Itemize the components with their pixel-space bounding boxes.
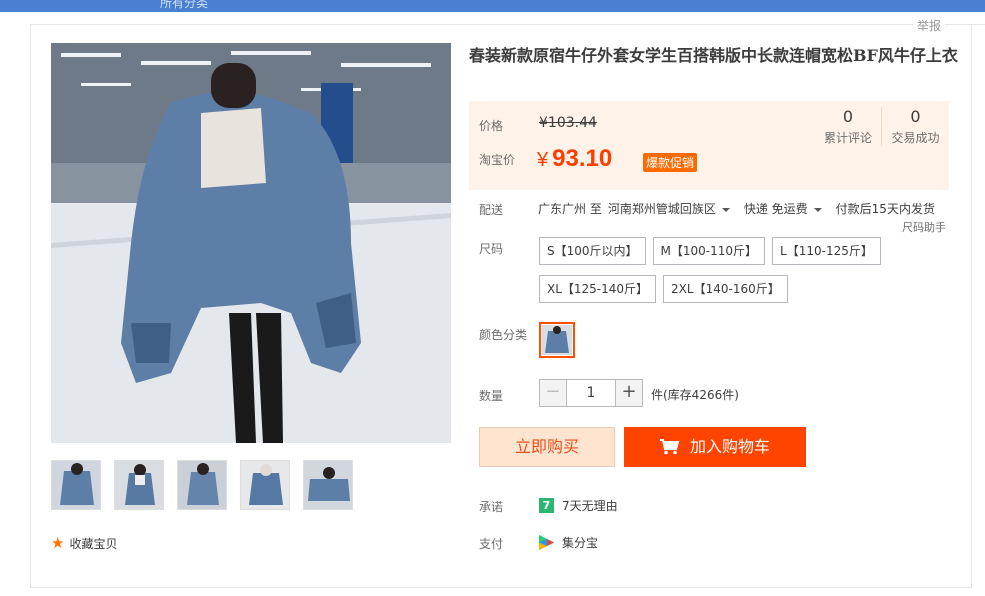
- color-label: 颜色分类: [479, 328, 528, 342]
- reviews-stat[interactable]: 0 累计评论: [815, 107, 882, 146]
- deals-label: 交易成功: [891, 131, 940, 145]
- favorite-label: 收藏宝贝: [69, 537, 118, 551]
- size-help-link[interactable]: 尺码助手: [902, 219, 946, 235]
- jifenbao-icon: [539, 535, 554, 550]
- ship-method-select[interactable]: 快递 免运费: [744, 200, 830, 217]
- taobao-price-label: 淘宝价: [479, 153, 516, 167]
- size-option[interactable]: 2XL【140-160斤】: [663, 275, 788, 303]
- color-swatch[interactable]: [539, 322, 575, 358]
- star-icon: ★: [51, 534, 65, 552]
- report-link[interactable]: 举报: [913, 17, 946, 34]
- promo-badge: 爆款促销: [643, 153, 698, 172]
- main-product-image[interactable]: [51, 43, 451, 443]
- sales-stats: 0 累计评论 0 交易成功: [815, 107, 949, 146]
- shipping-row: 广东广州 至 河南郑州管城回族区 快递 免运费 付款后15天内发货: [538, 200, 935, 217]
- ship-from: 广东广州 至: [538, 202, 602, 216]
- cart-icon: [659, 439, 680, 455]
- product-photo: [51, 43, 451, 443]
- thumbnail-1[interactable]: [51, 460, 101, 510]
- reviews-count: 0: [842, 107, 854, 126]
- all-categories-link[interactable]: 所有分类: [160, 0, 208, 11]
- deals-count: 0: [910, 107, 921, 126]
- promise-text: 7天无理由: [562, 499, 618, 513]
- quantity-stepper: − 1 +: [539, 379, 643, 407]
- thumbnail-strip: [51, 460, 353, 510]
- thumbnail-2[interactable]: [114, 460, 164, 510]
- add-to-cart-label: 加入购物车: [689, 437, 770, 456]
- price-label: 价格: [479, 119, 504, 133]
- quantity-label: 数量: [479, 389, 504, 403]
- seven-day-return-icon: 7: [539, 498, 554, 513]
- ship-to-select[interactable]: 河南郑州管城回族区: [608, 200, 738, 217]
- current-price-value: 93.10: [552, 145, 613, 172]
- size-options: S【100斤以内】 M【100-110斤】 L【110-125斤】 XL【125…: [539, 237, 899, 303]
- thumbnail-4[interactable]: [240, 460, 290, 510]
- price-box: 价格 ¥103.44 淘宝价 ¥93.10 爆款促销 0 累计评论 0 交易成功: [469, 101, 949, 190]
- promise-label: 承诺: [479, 500, 504, 514]
- deals-stat: 0 交易成功: [882, 107, 949, 146]
- currency-symbol: ¥: [537, 149, 549, 171]
- chevron-down-icon: [813, 207, 822, 212]
- size-option[interactable]: XL【125-140斤】: [539, 275, 657, 303]
- reviews-label: 累计评论: [823, 131, 872, 145]
- thumbnail-5[interactable]: [303, 460, 353, 510]
- ship-method-value: 快递 免运费: [743, 202, 808, 216]
- size-option[interactable]: L【110-125斤】: [772, 237, 881, 265]
- swatch-image: [542, 325, 572, 355]
- favorite-button[interactable]: ★ 收藏宝贝: [51, 535, 117, 552]
- increase-button[interactable]: +: [615, 379, 643, 407]
- dispatch-time: 付款后15天内发货: [835, 202, 935, 216]
- ship-to-value: 河南郑州管城回族区: [607, 202, 716, 216]
- thumbnail-3[interactable]: [177, 460, 227, 510]
- shipping-label: 配送: [479, 203, 504, 217]
- original-price: ¥103.44: [539, 115, 597, 131]
- size-option[interactable]: M【100-110斤】: [652, 237, 766, 265]
- add-to-cart-button[interactable]: 加入购物车: [624, 427, 806, 467]
- stock-count: 件(库存4266件): [651, 388, 739, 402]
- top-nav-bar: 所有分类: [0, 0, 985, 12]
- size-label: 尺码: [479, 242, 504, 256]
- promise-row[interactable]: 7 7天无理由: [539, 497, 618, 514]
- buy-now-button[interactable]: 立即购买: [479, 427, 615, 467]
- size-option[interactable]: S【100斤以内】: [539, 237, 646, 265]
- chevron-down-icon: [721, 207, 730, 212]
- quantity-input[interactable]: 1: [567, 379, 615, 407]
- payment-text: 集分宝: [562, 536, 599, 550]
- current-price: ¥93.10: [537, 145, 612, 173]
- decrease-button[interactable]: −: [539, 379, 567, 407]
- product-title: 春装新款原宿牛仔外套女学生百搭韩版中长款连帽宽松BF风牛仔上衣: [469, 46, 958, 65]
- payment-row[interactable]: 集分宝: [539, 534, 598, 551]
- payment-label: 支付: [479, 537, 504, 551]
